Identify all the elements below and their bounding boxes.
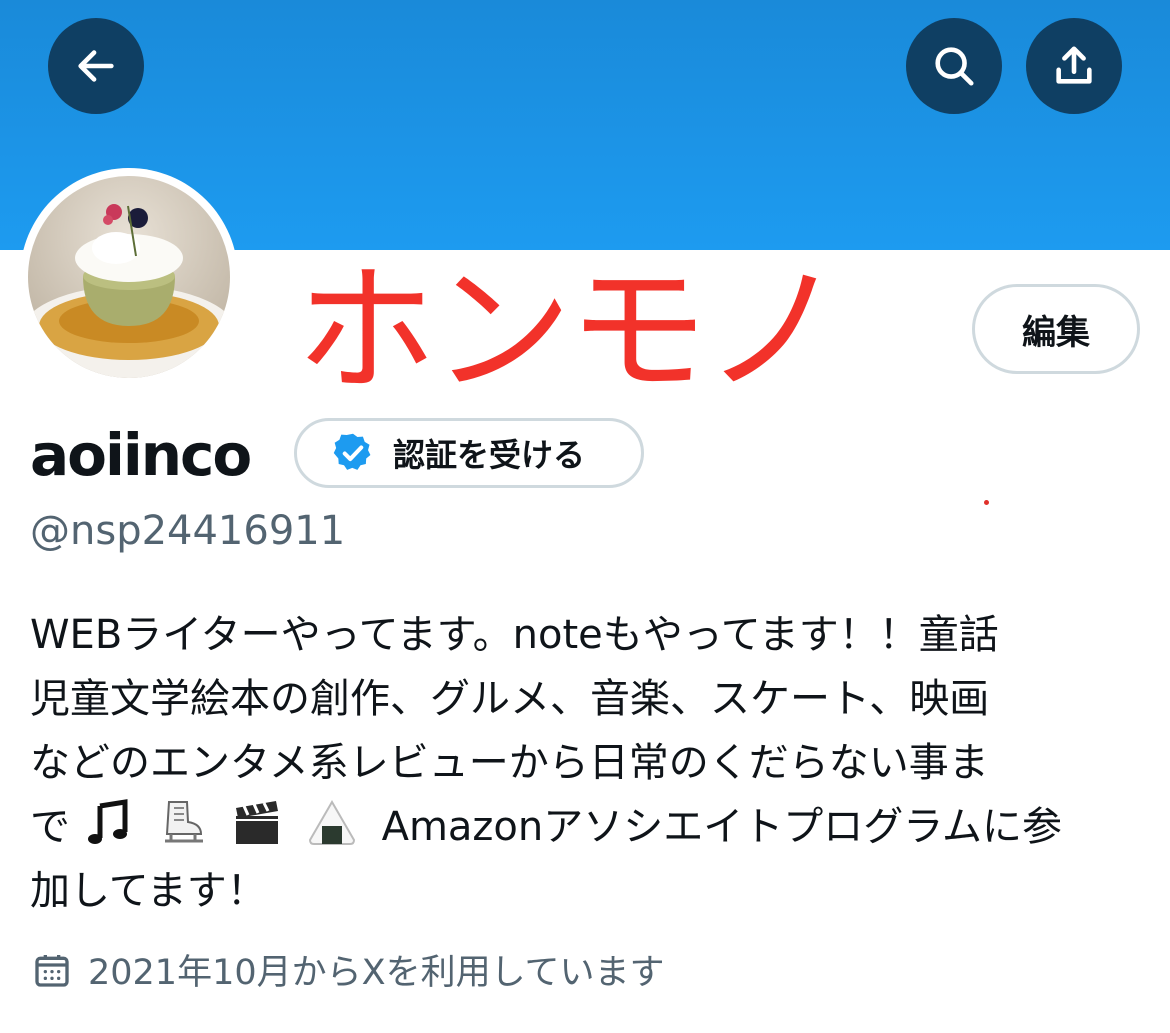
joined-text: 2021年10月からXを利用しています [88, 953, 665, 993]
verified-badge-icon [333, 433, 371, 470]
search-button[interactable] [906, 18, 1002, 114]
get-verified-label: 認証を受ける [393, 436, 586, 474]
edit-profile-button[interactable]: 編集 [972, 284, 1140, 374]
bio-line-with-emojis: で Amazonアソシエイトプログラムに参 [30, 795, 1130, 859]
calendar-icon [35, 954, 69, 987]
share-button[interactable] [1026, 18, 1122, 114]
clapper-board-icon [236, 801, 279, 844]
red-dot-mark [984, 500, 989, 505]
get-verified-button[interactable]: 認証を受ける [294, 418, 644, 488]
search-icon [935, 47, 974, 86]
avatar-image [28, 176, 230, 378]
bio-line: WEBライターやってます。noteもやってます！！童話 [30, 612, 999, 658]
joined-date: 2021年10月からXを利用しています [32, 944, 665, 995]
user-handle: @nsp24416911 [30, 508, 346, 554]
bio-line: 加してます！ [30, 868, 267, 914]
bio-text: Amazonアソシエイトプログラムに参 [381, 804, 1063, 850]
rice-ball-icon [308, 800, 355, 845]
annotation-overlay-text: ホンモノ [296, 250, 844, 413]
back-button[interactable] [48, 18, 144, 114]
avatar[interactable] [20, 168, 238, 386]
ice-skate-icon [165, 801, 204, 843]
bio-line: などのエンタメ系レビューから日常のくだらない事ま [30, 740, 989, 786]
music-notes-icon [87, 799, 128, 844]
arrow-left-icon [78, 50, 114, 82]
bio-text: で [30, 804, 70, 850]
bio-line: 児童文学絵本の創作、グルメ、音楽、スケート、映画 [30, 676, 990, 722]
display-name: aoiinco [30, 421, 252, 489]
share-upload-icon [1056, 46, 1092, 84]
profile-bio: WEBライターやってます。noteもやってます！！童話 児童文学絵本の創作、グル… [30, 603, 1130, 923]
